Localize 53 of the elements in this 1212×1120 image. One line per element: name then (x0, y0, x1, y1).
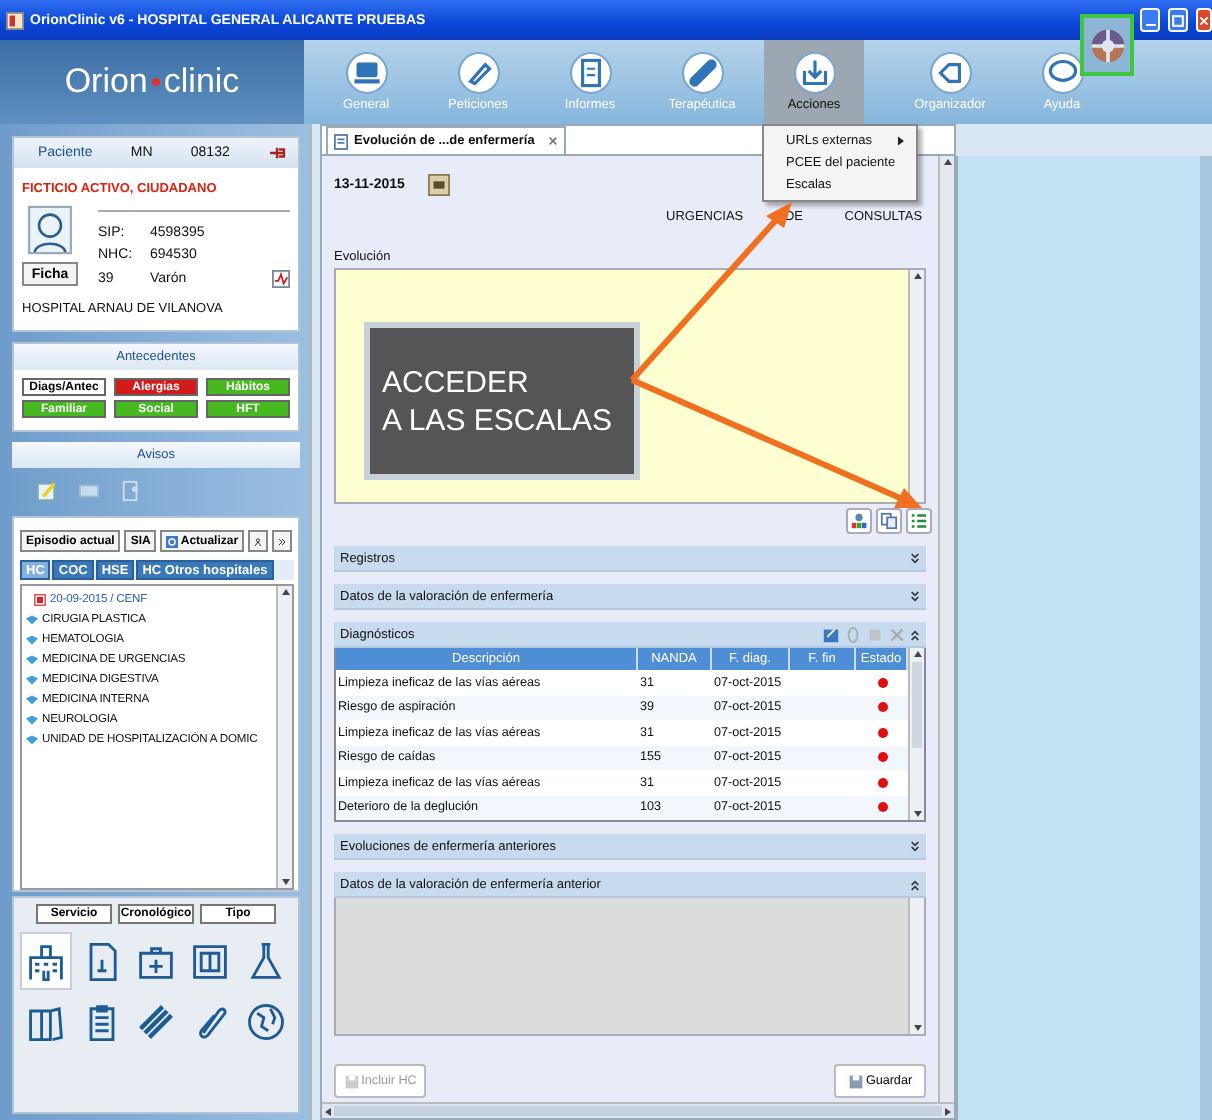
scroll-down-icon[interactable] (279, 876, 291, 888)
chevron-icon[interactable] (910, 839, 920, 853)
restore-button[interactable] (1168, 8, 1188, 32)
vital-signs-icon[interactable] (272, 270, 290, 288)
dot-icon (151, 78, 160, 86)
person-button[interactable] (248, 530, 269, 552)
submenu-arrow-icon (898, 136, 904, 146)
chevron-icon[interactable] (910, 589, 920, 603)
scroll-down-icon[interactable] (911, 808, 923, 820)
x-ray-icon (188, 939, 233, 983)
calendar-icon[interactable] (428, 173, 451, 195)
minimize-button[interactable] (1140, 8, 1160, 32)
restore-icon (1170, 11, 1186, 29)
lifebuoy-icon (1089, 27, 1125, 63)
chevron-icon[interactable] (910, 551, 920, 565)
tool-button[interactable] (876, 508, 902, 534)
copy-icon (880, 512, 898, 530)
logo-text: Orion (64, 62, 148, 102)
app-icon (6, 11, 24, 29)
logo-text: clinic (163, 62, 240, 102)
close-button[interactable] (1196, 8, 1212, 32)
expand-button[interactable] (272, 530, 293, 552)
chevron-icon[interactable] (910, 627, 920, 641)
pin-icon[interactable] (267, 146, 286, 160)
scroll-up-icon[interactable] (279, 586, 291, 598)
person-icon (28, 204, 72, 256)
person-icon (254, 535, 263, 547)
list-icon (910, 512, 928, 530)
scroll-up-icon[interactable] (911, 270, 923, 282)
highlight-frame[interactable] (1080, 14, 1134, 76)
people-icon (850, 512, 868, 530)
tool-button[interactable] (846, 508, 872, 534)
speech-bubble-icon (1041, 52, 1083, 94)
scroll-down-icon[interactable] (911, 1022, 923, 1034)
monitor-icon (345, 52, 387, 94)
globe-icon (243, 999, 288, 1043)
hospital-icon (24, 939, 69, 983)
scroll-up-icon[interactable] (941, 156, 953, 168)
export-icon[interactable] (822, 625, 840, 643)
tray-icon (793, 52, 835, 94)
episode-icon (34, 593, 46, 605)
refresh-icon (166, 535, 179, 547)
close-icon (1198, 11, 1210, 29)
pencil-icon (457, 52, 499, 94)
chevron-icon[interactable] (910, 877, 920, 891)
double-chevron-icon (278, 535, 287, 547)
scroll-thumb[interactable] (912, 662, 922, 748)
list-button[interactable] (906, 508, 932, 534)
minimize-icon (1145, 23, 1155, 27)
close-icon[interactable] (548, 136, 559, 146)
callout-text: A LAS ESCALAS (382, 403, 615, 437)
callout-text: ACCEDER (382, 365, 531, 399)
view-button[interactable] (20, 932, 73, 990)
